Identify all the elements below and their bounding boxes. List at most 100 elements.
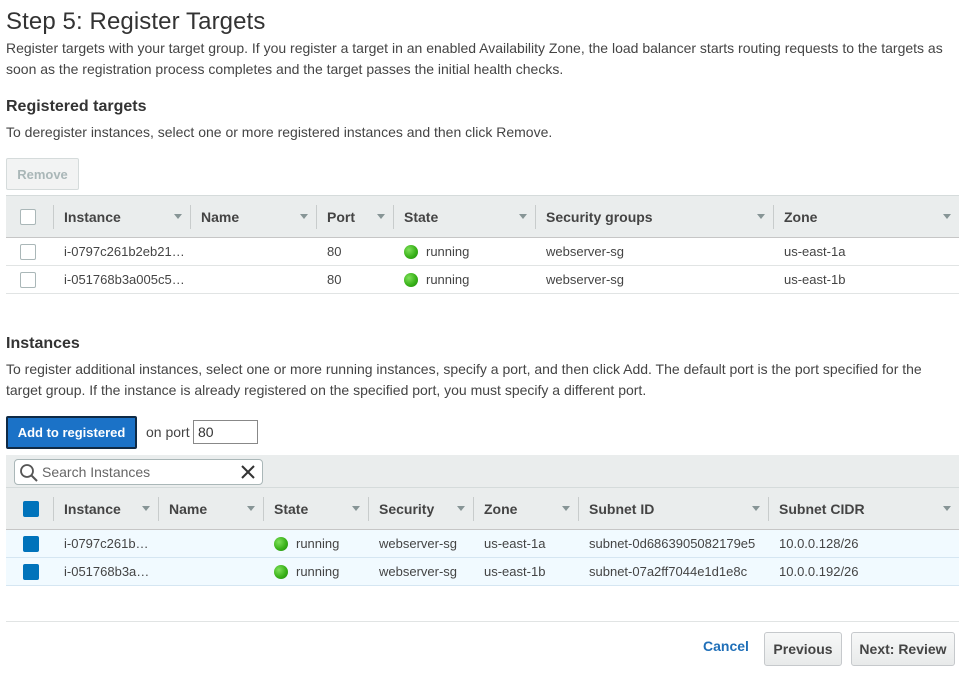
col-label: Subnet CIDR [779, 500, 865, 517]
select-all-header[interactable] [6, 487, 54, 530]
col-state[interactable]: State [264, 487, 369, 530]
col-security-groups[interactable]: Security groups [536, 195, 774, 238]
table-row[interactable]: i-0797c261b… running webserver-sg us-eas… [6, 529, 959, 558]
port: 80 [317, 265, 394, 294]
registered-targets-table: Instance Name Port State Security groups… [6, 195, 959, 294]
sort-caret-icon[interactable] [757, 214, 765, 219]
clear-search-icon[interactable] [238, 462, 258, 482]
col-label: Instance [64, 500, 121, 517]
col-label: Instance [64, 208, 121, 225]
col-subnet-cidr[interactable]: Subnet CIDR [769, 487, 959, 530]
col-label: Security [379, 500, 435, 517]
col-label: Name [169, 500, 208, 517]
instances-table: Instance Name State Security Zone Subnet… [6, 487, 959, 586]
col-zone[interactable]: Zone [774, 195, 959, 238]
sort-caret-icon[interactable] [943, 214, 951, 219]
instance-name [191, 265, 317, 294]
row-checkbox[interactable] [20, 271, 36, 288]
search-input[interactable] [40, 464, 230, 480]
running-status-icon [404, 272, 418, 287]
port-input[interactable] [193, 420, 258, 444]
instances-title: Instances [6, 335, 80, 352]
col-label: Security groups [546, 208, 653, 225]
row-checkbox[interactable] [23, 535, 39, 552]
col-label: State [274, 500, 309, 517]
port-label: on port [146, 424, 190, 440]
col-name[interactable]: Name [191, 195, 317, 238]
sort-caret-icon[interactable] [943, 506, 951, 511]
running-status-icon [274, 536, 288, 551]
sort-caret-icon[interactable] [562, 506, 570, 511]
security-group: webserver-sg [536, 265, 774, 294]
subnet-id: subnet-0d6863905082179e5 [579, 529, 769, 558]
col-security[interactable]: Security [369, 487, 474, 530]
instance-name [159, 529, 264, 558]
sort-caret-icon[interactable] [247, 506, 255, 511]
col-subnet-id[interactable]: Subnet ID [579, 487, 769, 530]
cancel-button[interactable]: Cancel [703, 638, 757, 658]
security-group: webserver-sg [369, 529, 474, 558]
page-title: Step 5: Register Targets [6, 8, 266, 35]
instance-id: i-051768b3a005c5… [54, 265, 191, 294]
col-label: Subnet ID [589, 500, 655, 517]
registered-targets-title: Registered targets [6, 98, 147, 115]
zone: us-east-1b [474, 557, 579, 586]
previous-button[interactable]: Previous [764, 632, 842, 666]
col-label: Name [201, 208, 240, 225]
col-label: State [404, 208, 439, 225]
instance-id: i-051768b3a… [54, 557, 159, 586]
sort-caret-icon[interactable] [142, 506, 150, 511]
sort-caret-icon[interactable] [352, 506, 360, 511]
sort-caret-icon[interactable] [300, 214, 308, 219]
state-label: running [296, 564, 340, 579]
search-icon [18, 461, 40, 483]
instance-id: i-0797c261b… [54, 529, 159, 558]
table-row[interactable]: i-0797c261b2eb21… 80 running webserver-s… [6, 237, 959, 266]
port: 80 [317, 237, 394, 266]
sort-caret-icon[interactable] [752, 506, 760, 511]
footer-divider [6, 621, 959, 622]
state-label: running [426, 244, 470, 259]
select-all-checkbox[interactable] [20, 208, 36, 225]
table-row[interactable]: i-051768b3a… running webserver-sg us-eas… [6, 557, 959, 586]
col-port[interactable]: Port [317, 195, 394, 238]
running-status-icon [404, 244, 418, 259]
row-checkbox[interactable] [23, 563, 39, 580]
col-instance[interactable]: Instance [54, 195, 191, 238]
security-group: webserver-sg [369, 557, 474, 586]
state-label: running [296, 536, 340, 551]
col-label: Zone [784, 208, 818, 225]
instance-id: i-0797c261b2eb21… [54, 237, 191, 266]
select-all-checkbox[interactable] [23, 500, 39, 517]
search-box[interactable] [14, 459, 263, 485]
col-label: Port [327, 208, 355, 225]
state-label: running [426, 272, 470, 287]
running-status-icon [274, 564, 288, 579]
col-state[interactable]: State [394, 195, 536, 238]
sort-caret-icon[interactable] [174, 214, 182, 219]
table-header-row: Instance Name Port State Security groups… [6, 195, 959, 238]
add-to-registered-button[interactable]: Add to registered [6, 416, 137, 449]
col-instance[interactable]: Instance [54, 487, 159, 530]
select-all-header[interactable] [6, 195, 54, 238]
zone: us-east-1b [774, 265, 959, 294]
remove-button[interactable]: Remove [6, 158, 79, 190]
instance-name [191, 237, 317, 266]
table-row[interactable]: i-051768b3a005c5… 80 running webserver-s… [6, 265, 959, 294]
subnet-cidr: 10.0.0.192/26 [769, 557, 959, 586]
sort-caret-icon[interactable] [519, 214, 527, 219]
zone: us-east-1a [774, 237, 959, 266]
table-header-row: Instance Name State Security Zone Subnet… [6, 487, 959, 530]
col-label: Zone [484, 500, 518, 517]
registered-targets-description: To deregister instances, select one or m… [6, 124, 553, 140]
page-intro: Register targets with your target group.… [6, 40, 943, 77]
next-review-button[interactable]: Next: Review [851, 632, 955, 666]
subnet-cidr: 10.0.0.128/26 [769, 529, 959, 558]
instances-description: To register additional instances, select… [6, 361, 922, 398]
sort-caret-icon[interactable] [377, 214, 385, 219]
zone: us-east-1a [474, 529, 579, 558]
sort-caret-icon[interactable] [457, 506, 465, 511]
col-name[interactable]: Name [159, 487, 264, 530]
row-checkbox[interactable] [20, 243, 36, 260]
col-zone[interactable]: Zone [474, 487, 579, 530]
